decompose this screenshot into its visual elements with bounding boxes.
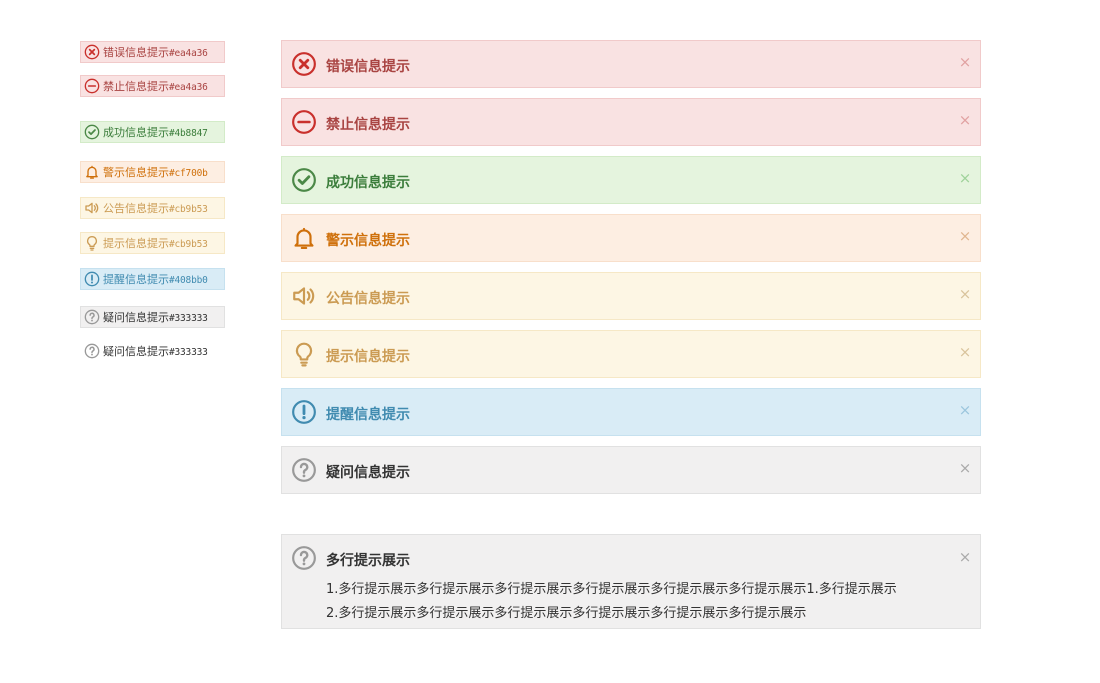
alert-title: 禁止信息提示 [326, 117, 410, 133]
alert-remind: 提醒信息提示 × [281, 388, 981, 436]
mini-badge-remind: 提醒信息提示#408bb0 [80, 268, 225, 290]
mini-badge-warning: 警示信息提示#cf700b [80, 161, 225, 183]
mini-badge-label: 疑问信息提示 [103, 311, 169, 324]
mini-badge-notice: 公告信息提示#cb9b53 [80, 197, 225, 219]
close-icon[interactable]: × [958, 549, 972, 565]
mini-badge-question: 疑问信息提示#333333 [80, 306, 225, 328]
mini-badge-label: 提示信息提示 [103, 237, 169, 250]
alert-tip: 提示信息提示 × [281, 330, 981, 378]
alert-title: 公告信息提示 [326, 291, 410, 307]
mini-badge-hex: #cb9b53 [169, 204, 208, 215]
alert-title: 提示信息提示 [326, 349, 410, 365]
question-circle-icon [291, 545, 317, 571]
mini-badge-question-plain: 疑问信息提示#333333 [80, 340, 225, 362]
alert-forbidden: 禁止信息提示 × [281, 98, 981, 146]
x-circle-icon [84, 44, 100, 60]
mini-badge-label: 禁止信息提示 [103, 80, 169, 93]
speaker-icon [291, 283, 317, 309]
close-icon[interactable]: × [958, 460, 972, 476]
alert-notice: 公告信息提示 × [281, 272, 981, 320]
mini-badge-error: 错误信息提示#ea4a36 [80, 41, 225, 63]
alert-title: 错误信息提示 [326, 59, 410, 75]
exclamation-circle-icon [84, 271, 100, 287]
alert-title: 成功信息提示 [326, 175, 410, 191]
alert-success: 成功信息提示 × [281, 156, 981, 204]
mini-badge-tip: 提示信息提示#cb9b53 [80, 232, 225, 254]
mini-badge-forbidden: 禁止信息提示#ea4a36 [80, 75, 225, 97]
mini-badge-hex: #cf700b [169, 168, 208, 179]
speaker-icon [84, 200, 100, 216]
close-icon[interactable]: × [958, 112, 972, 128]
close-icon[interactable]: × [958, 228, 972, 244]
alert-line: 1.多行提示展示多行提示展示多行提示展示多行提示展示多行提示展示多行提示展示1.… [326, 582, 897, 597]
alert-title: 警示信息提示 [326, 233, 410, 249]
alert-title: 多行提示展示 [326, 553, 410, 569]
mini-badge-label: 成功信息提示 [103, 126, 169, 139]
mini-badge-label: 警示信息提示 [103, 166, 169, 179]
bell-icon [291, 225, 317, 251]
mini-badge-label: 错误信息提示 [103, 46, 169, 59]
close-icon[interactable]: × [958, 54, 972, 70]
alert-multiline: 多行提示展示 × 1.多行提示展示多行提示展示多行提示展示多行提示展示多行提示展… [281, 534, 981, 629]
close-icon[interactable]: × [958, 402, 972, 418]
close-icon[interactable]: × [958, 170, 972, 186]
alert-error: 错误信息提示 × [281, 40, 981, 88]
close-icon[interactable]: × [958, 286, 972, 302]
mini-badge-hex: #4b8847 [169, 128, 208, 139]
bell-icon [84, 164, 100, 180]
question-circle-icon [84, 309, 100, 325]
alert-title: 提醒信息提示 [326, 407, 410, 423]
mini-badge-label: 疑问信息提示 [103, 345, 169, 358]
mini-badge-label: 公告信息提示 [103, 202, 169, 215]
check-circle-icon [291, 167, 317, 193]
question-circle-icon [291, 457, 317, 483]
mini-badge-label: 提醒信息提示 [103, 273, 169, 286]
lightbulb-icon [291, 341, 317, 367]
exclamation-circle-icon [291, 399, 317, 425]
alert-line: 2.多行提示展示多行提示展示多行提示展示多行提示展示多行提示展示多行提示展示 [326, 606, 807, 621]
minus-circle-icon [84, 78, 100, 94]
minus-circle-icon [291, 109, 317, 135]
question-circle-icon [84, 343, 100, 359]
mini-badge-hex: #ea4a36 [169, 48, 208, 59]
mini-badge-hex: #333333 [169, 347, 208, 358]
check-circle-icon [84, 124, 100, 140]
alert-title: 疑问信息提示 [326, 465, 410, 481]
mini-badge-hex: #408bb0 [169, 275, 208, 286]
mini-badge-hex: #ea4a36 [169, 82, 208, 93]
close-icon[interactable]: × [958, 344, 972, 360]
x-circle-icon [291, 51, 317, 77]
mini-badge-hex: #333333 [169, 313, 208, 324]
alert-question: 疑问信息提示 × [281, 446, 981, 494]
lightbulb-icon [84, 235, 100, 251]
alert-warning: 警示信息提示 × [281, 214, 981, 262]
mini-badge-success: 成功信息提示#4b8847 [80, 121, 225, 143]
mini-badge-hex: #cb9b53 [169, 239, 208, 250]
